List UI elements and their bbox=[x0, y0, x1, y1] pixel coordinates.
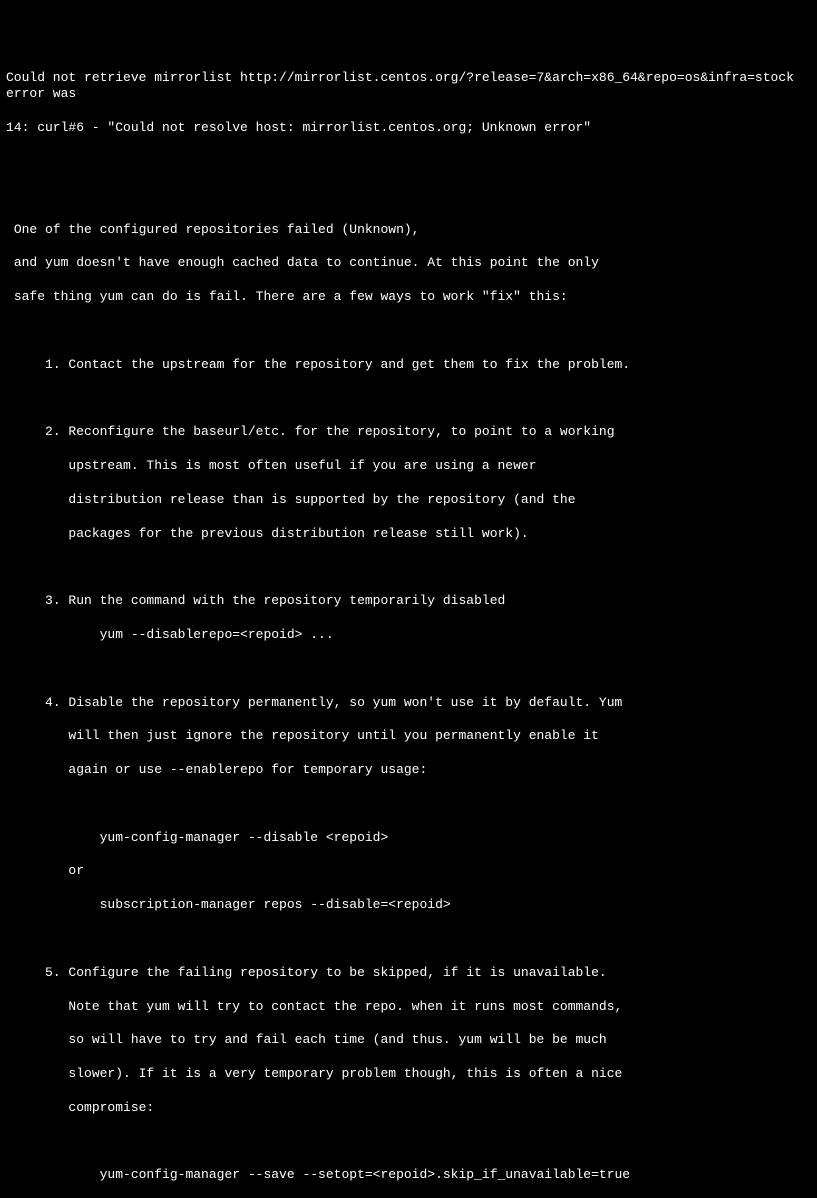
item-2-line-1: 2. Reconfigure the baseurl/etc. for the … bbox=[6, 424, 811, 441]
item-3-line-1: 3. Run the command with the repository t… bbox=[6, 593, 811, 610]
item-1-line-1: 1. Contact the upstream for the reposito… bbox=[6, 357, 811, 374]
intro-line-2: and yum doesn't have enough cached data … bbox=[6, 255, 811, 272]
item-5-line-1: 5. Configure the failing repository to b… bbox=[6, 965, 811, 982]
item-4-or: or bbox=[6, 863, 811, 880]
blank-line bbox=[6, 931, 811, 948]
item-2-line-3: distribution release than is supported b… bbox=[6, 492, 811, 509]
blank-line bbox=[6, 154, 811, 171]
item-5-line-5: compromise: bbox=[6, 1100, 811, 1117]
item-4-line-2: will then just ignore the repository unt… bbox=[6, 728, 811, 745]
item-2-line-4: packages for the previous distribution r… bbox=[6, 526, 811, 543]
blank-line bbox=[6, 796, 811, 813]
error-line-1: Could not retrieve mirrorlist http://mir… bbox=[6, 70, 811, 104]
blank-line bbox=[6, 661, 811, 678]
blank-line bbox=[6, 390, 811, 407]
blank-line bbox=[6, 188, 811, 205]
item-4-cmd-1: yum-config-manager --disable <repoid> bbox=[6, 830, 811, 847]
item-4-line-3: again or use --enablerepo for temporary … bbox=[6, 762, 811, 779]
item-5-line-3: so will have to try and fail each time (… bbox=[6, 1032, 811, 1049]
blank-line bbox=[6, 559, 811, 576]
blank-line bbox=[6, 323, 811, 340]
intro-line-3: safe thing yum can do is fail. There are… bbox=[6, 289, 811, 306]
intro-line-1: One of the configured repositories faile… bbox=[6, 222, 811, 239]
item-5-cmd: yum-config-manager --save --setopt=<repo… bbox=[6, 1167, 811, 1184]
item-2-line-2: upstream. This is most often useful if y… bbox=[6, 458, 811, 475]
item-4-line-1: 4. Disable the repository permanently, s… bbox=[6, 695, 811, 712]
blank-line bbox=[6, 1134, 811, 1151]
item-3-line-2: yum --disablerepo=<repoid> ... bbox=[6, 627, 811, 644]
error-line-2: 14: curl#6 - "Could not resolve host: mi… bbox=[6, 120, 811, 137]
item-5-line-2: Note that yum will try to contact the re… bbox=[6, 999, 811, 1016]
item-4-cmd-2: subscription-manager repos --disable=<re… bbox=[6, 897, 811, 914]
item-5-line-4: slower). If it is a very temporary probl… bbox=[6, 1066, 811, 1083]
